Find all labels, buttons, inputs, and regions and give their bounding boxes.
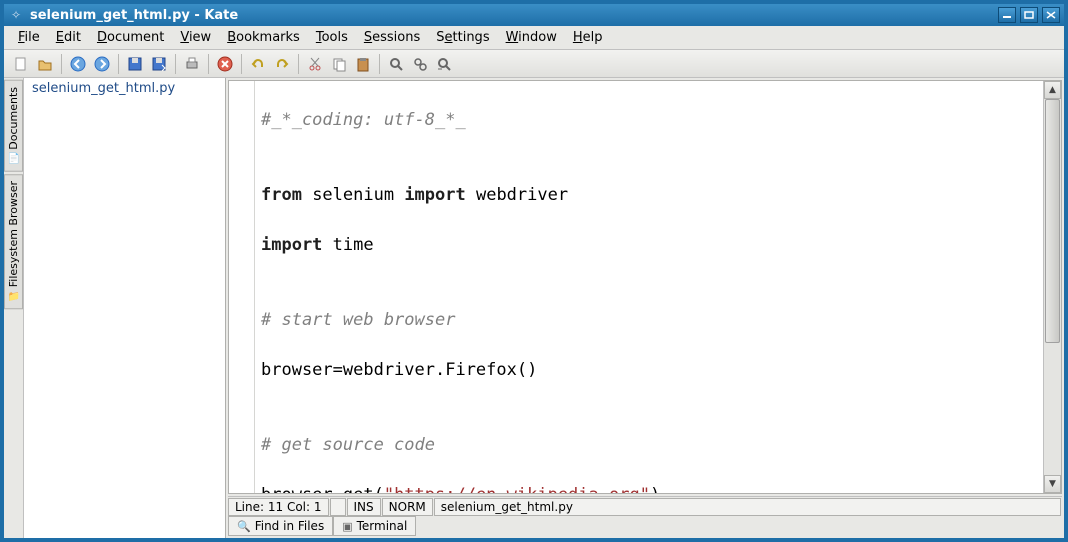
bottom-tabs: 🔍Find in Files ▣Terminal — [226, 516, 1064, 538]
scroll-track[interactable] — [1044, 99, 1061, 475]
window-title: selenium_get_html.py - Kate — [30, 8, 998, 23]
save-as-icon[interactable] — [148, 53, 170, 75]
documents-tab[interactable]: 📄Documents — [4, 80, 23, 172]
editor[interactable]: #_*_coding: utf-8_*_ from selenium impor… — [228, 80, 1062, 494]
open-document-item[interactable]: selenium_get_html.py — [24, 78, 225, 99]
cut-icon[interactable] — [304, 53, 326, 75]
find-next-icon[interactable] — [433, 53, 455, 75]
toolbar-separator — [175, 54, 176, 74]
window-controls — [998, 7, 1060, 23]
scroll-down-icon[interactable]: ▼ — [1044, 475, 1061, 493]
save-icon[interactable] — [124, 53, 146, 75]
terminal-icon: ▣ — [342, 520, 352, 533]
scroll-up-icon[interactable]: ▲ — [1044, 81, 1061, 99]
menu-settings[interactable]: Settings — [428, 28, 497, 47]
toolbar-separator — [241, 54, 242, 74]
menu-file[interactable]: File — [10, 28, 48, 47]
body-area: 📄Documents 📁Filesystem Browser selenium_… — [4, 78, 1064, 538]
menubar: File Edit Document View Bookmarks Tools … — [4, 26, 1064, 50]
menu-bookmarks[interactable]: Bookmarks — [219, 28, 308, 47]
toolbar-separator — [61, 54, 62, 74]
redo-icon[interactable] — [271, 53, 293, 75]
titlebar[interactable]: ✧ selenium_get_html.py - Kate — [4, 4, 1064, 26]
vertical-tabs: 📄Documents 📁Filesystem Browser — [4, 78, 24, 538]
print-icon[interactable] — [181, 53, 203, 75]
open-icon[interactable] — [34, 53, 56, 75]
undo-icon[interactable] — [247, 53, 269, 75]
documents-sidebar: selenium_get_html.py — [24, 78, 226, 538]
close-doc-icon[interactable] — [214, 53, 236, 75]
menu-sessions[interactable]: Sessions — [356, 28, 428, 47]
documents-icon: 📄 — [7, 154, 19, 165]
back-icon[interactable] — [67, 53, 89, 75]
find-in-files-tab[interactable]: 🔍Find in Files — [228, 516, 333, 536]
menu-edit[interactable]: Edit — [48, 28, 89, 47]
scroll-thumb[interactable] — [1045, 99, 1060, 343]
paste-icon[interactable] — [352, 53, 374, 75]
toolbar-separator — [379, 54, 380, 74]
terminal-tab[interactable]: ▣Terminal — [333, 516, 416, 536]
menu-document[interactable]: Document — [89, 28, 172, 47]
menu-tools[interactable]: Tools — [308, 28, 356, 47]
code-view[interactable]: #_*_coding: utf-8_*_ from selenium impor… — [255, 81, 1043, 493]
new-icon[interactable] — [10, 53, 32, 75]
copy-icon[interactable] — [328, 53, 350, 75]
insert-mode[interactable]: INS — [347, 498, 381, 516]
statusbar: Line: 11 Col: 1 INS NORM selenium_get_ht… — [228, 496, 1062, 516]
forward-icon[interactable] — [91, 53, 113, 75]
toolbar — [4, 50, 1064, 78]
menu-window[interactable]: Window — [498, 28, 565, 47]
filename-status: selenium_get_html.py — [434, 498, 1061, 516]
maximize-button[interactable] — [1020, 7, 1038, 23]
app-icon: ✧ — [8, 7, 24, 23]
folder-icon: 📁 — [7, 291, 19, 302]
close-button[interactable] — [1042, 7, 1060, 23]
toolbar-separator — [298, 54, 299, 74]
toolbar-separator — [208, 54, 209, 74]
status-spacer — [330, 498, 346, 516]
filesystem-browser-tab[interactable]: 📁Filesystem Browser — [4, 174, 23, 309]
find-replace-icon[interactable] — [409, 53, 431, 75]
cursor-position: Line: 11 Col: 1 — [228, 498, 329, 516]
edit-mode[interactable]: NORM — [382, 498, 433, 516]
menu-help[interactable]: Help — [565, 28, 611, 47]
main-area: #_*_coding: utf-8_*_ from selenium impor… — [226, 78, 1064, 538]
toolbar-separator — [118, 54, 119, 74]
vertical-scrollbar[interactable]: ▲ ▼ — [1043, 81, 1061, 493]
kate-window: ✧ selenium_get_html.py - Kate File Edit … — [0, 0, 1068, 542]
minimize-button[interactable] — [998, 7, 1016, 23]
search-icon: 🔍 — [237, 520, 251, 533]
fold-margin[interactable] — [229, 81, 255, 493]
find-icon[interactable] — [385, 53, 407, 75]
menu-view[interactable]: View — [172, 28, 219, 47]
